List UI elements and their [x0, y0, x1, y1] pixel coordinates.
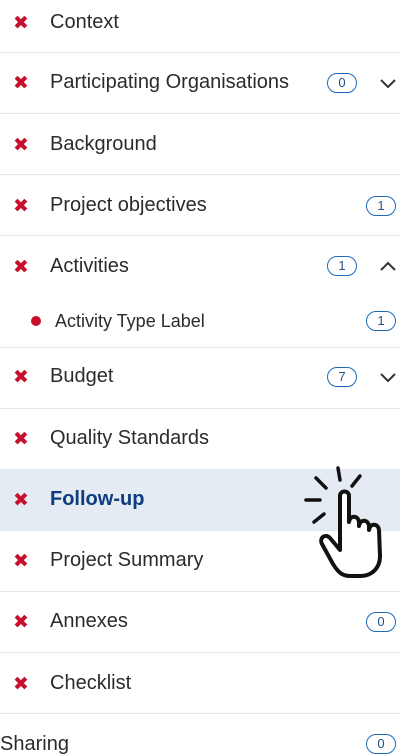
count-badge: 0	[327, 73, 357, 93]
hand-pointer-icon	[304, 466, 382, 578]
nav-item-label: Participating Organisations	[50, 71, 290, 93]
x-mark-icon: ✖	[13, 72, 29, 94]
nav-item-label: Project objectives	[50, 194, 207, 216]
count-badge: 1	[366, 311, 396, 331]
x-mark-icon: ✖	[13, 195, 29, 217]
count-badge: 1	[327, 256, 357, 276]
nav-item-label: Activities	[50, 255, 129, 277]
x-mark-icon: ✖	[13, 134, 29, 156]
x-mark-icon: ✖	[13, 489, 29, 511]
nav-item-label: Activity Type Label	[55, 311, 205, 331]
nav-item-annexes[interactable]: ✖ Annexes 0	[0, 592, 400, 653]
nav-item-label: Quality Standards	[50, 427, 209, 449]
x-mark-icon: ✖	[13, 611, 29, 633]
dot-icon	[31, 316, 41, 326]
nav-item-label: Background	[50, 133, 157, 155]
x-mark-icon: ✖	[13, 256, 29, 278]
x-mark-icon: ✖	[13, 366, 29, 388]
nav-item-background[interactable]: ✖ Background	[0, 114, 400, 175]
x-mark-icon: ✖	[13, 550, 29, 572]
nav-item-label: Budget	[50, 365, 114, 387]
nav-item-label: Context	[50, 11, 119, 33]
x-mark-icon: ✖	[13, 673, 29, 695]
chevron-down-icon[interactable]	[378, 77, 398, 91]
count-badge: 7	[327, 367, 357, 387]
nav-item-label: Annexes	[50, 610, 128, 632]
count-badge: 0	[366, 734, 396, 754]
chevron-up-icon[interactable]	[378, 259, 398, 273]
count-badge: 0	[366, 612, 396, 632]
nav-item-label: Follow-up	[50, 488, 145, 510]
nav-item-context[interactable]: ✖ Context	[0, 0, 400, 53]
nav-item-label: Project Summary	[50, 549, 204, 571]
x-mark-icon: ✖	[13, 12, 29, 34]
nav-subitem-activity-type-label[interactable]: Activity Type Label 1	[0, 293, 400, 348]
form-sections-nav: ✖ Context ✖ Participating Organisations …	[0, 0, 400, 755]
nav-item-project-objectives[interactable]: ✖ Project objectives 1	[0, 175, 400, 236]
nav-item-activities[interactable]: ✖ Activities 1	[0, 236, 400, 293]
nav-item-checklist[interactable]: ✖ Checklist	[0, 653, 400, 714]
chevron-down-icon[interactable]	[378, 371, 398, 385]
nav-item-sharing[interactable]: Sharing 0	[0, 714, 400, 755]
nav-item-label: Sharing	[0, 733, 69, 755]
count-badge: 1	[366, 196, 396, 216]
x-mark-icon: ✖	[13, 428, 29, 450]
nav-item-budget[interactable]: ✖ Budget 7	[0, 348, 400, 409]
nav-item-label: Checklist	[50, 672, 132, 694]
nav-item-participating-organisations[interactable]: ✖ Participating Organisations 0	[0, 53, 400, 114]
